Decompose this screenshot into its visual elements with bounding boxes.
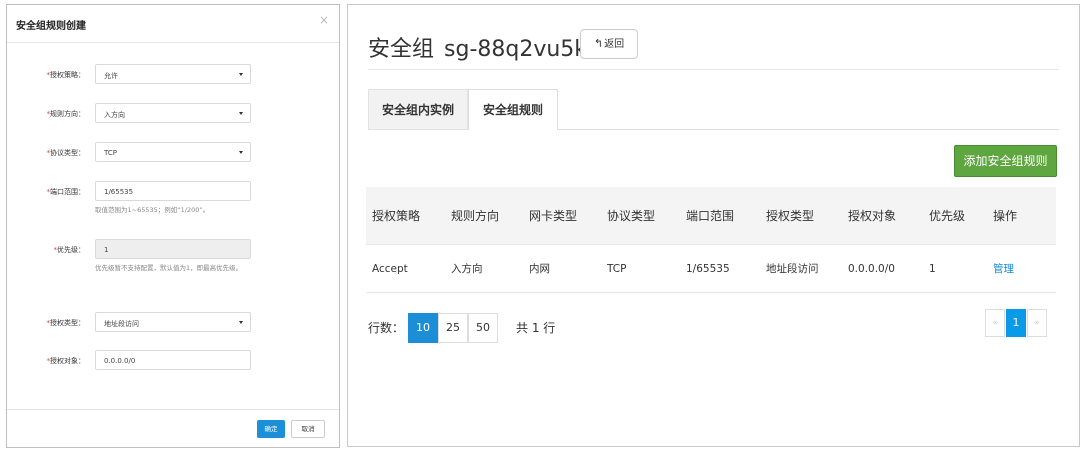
protocol-label: *协议类型：: [46, 149, 86, 157]
chevron-down-icon: [239, 151, 243, 154]
auth-type-value: 地址段访问: [104, 320, 139, 328]
policy-label: *授权策略：: [46, 71, 86, 79]
port-value: 1/65535: [104, 188, 134, 196]
table-cell: Accept: [372, 263, 408, 275]
page-title: 安全组 sg-88q2vu5kz: [368, 31, 599, 63]
table-cell: 入方向: [451, 263, 483, 275]
dialog-header: 安全组规则创建 ×: [7, 5, 339, 43]
policy-value: 允许: [104, 72, 118, 80]
table-cell: 1/65535: [686, 263, 730, 275]
table-cell: TCP: [607, 263, 627, 275]
next-page-button[interactable]: »: [1027, 309, 1047, 337]
col-header: 操作: [993, 209, 1018, 223]
cancel-button[interactable]: 取消: [291, 420, 325, 438]
table-row: Accept 入方向 内网 TCP 1/65535 地址段访问 0.0.0.0/…: [366, 245, 1056, 293]
col-header: 授权对象: [848, 209, 897, 223]
priority-input: 1: [95, 239, 251, 259]
col-header: 网卡类型: [529, 209, 578, 223]
back-arrow-icon: ↰: [593, 37, 604, 50]
rows-label: 行数：: [368, 321, 405, 335]
port-hint: 取值范围为1~65535；例如“1/200”。: [95, 206, 210, 214]
direction-label: *规则方向：: [46, 110, 86, 118]
page-size-25[interactable]: 25: [438, 313, 468, 343]
protocol-select[interactable]: TCP: [95, 142, 251, 162]
priority-hint: 优先级暂不支持配置，默认值为1，即最高优先级。: [95, 264, 243, 272]
col-header: 规则方向: [451, 209, 500, 223]
manage-link[interactable]: 管理: [993, 245, 1014, 293]
add-rule-button[interactable]: 添加安全组规则: [954, 145, 1057, 177]
auth-type-label: *授权类型：: [46, 319, 86, 327]
table-cell: 内网: [529, 263, 550, 275]
tab-underline: [558, 129, 1059, 130]
policy-select[interactable]: 允许: [95, 64, 251, 84]
tab-rules[interactable]: 安全组规则: [468, 89, 558, 130]
direction-select[interactable]: 入方向: [95, 103, 251, 123]
col-header: 授权类型: [766, 209, 815, 223]
auth-type-select[interactable]: 地址段访问: [95, 312, 251, 332]
auth-object-label: *授权对象：: [46, 357, 86, 365]
page-title-text: 安全组: [368, 37, 435, 62]
auth-object-value: 0.0.0.0/0: [104, 357, 136, 365]
back-button[interactable]: ↰返回: [580, 29, 638, 59]
direction-value: 入方向: [104, 111, 125, 119]
page-1-button[interactable]: 1: [1006, 309, 1026, 337]
page-size-10[interactable]: 10: [408, 313, 438, 343]
close-icon[interactable]: ×: [319, 14, 329, 26]
col-header: 授权策略: [372, 209, 421, 223]
back-label: 返回: [604, 39, 625, 50]
page-size-50[interactable]: 50: [468, 313, 498, 343]
table-cell: 1: [929, 263, 936, 275]
table-cell: 0.0.0.0/0: [848, 263, 895, 275]
confirm-button[interactable]: 确定: [257, 420, 285, 438]
security-group-panel: 安全组 sg-88q2vu5kz ↰返回 安全组内实例 安全组规则 添加安全组规则…: [347, 4, 1080, 447]
port-label: *端口范围：: [46, 188, 86, 196]
col-header: 优先级: [929, 209, 966, 223]
table-header: 授权策略 规则方向 网卡类型 协议类型 端口范围 授权类型 授权对象 优先级 操…: [366, 187, 1056, 245]
col-header: 端口范围: [686, 209, 735, 223]
divider: [368, 69, 1059, 70]
col-header: 协议类型: [607, 209, 656, 223]
table-cell: 地址段访问: [766, 263, 819, 275]
group-id: sg-88q2vu5kz: [444, 37, 599, 62]
dialog-title: 安全组规则创建: [16, 21, 86, 32]
tab-instances[interactable]: 安全组内实例: [368, 89, 468, 130]
port-input[interactable]: 1/65535: [95, 181, 251, 201]
auth-object-input[interactable]: 0.0.0.0/0: [95, 350, 251, 370]
total-rows: 共 1 行: [516, 321, 556, 335]
dialog-footer: 确定 取消: [7, 409, 339, 447]
priority-label: *优先级：: [53, 246, 86, 254]
rule-create-dialog: 安全组规则创建 × *授权策略： 允许 *规则方向： 入方向 *协议类型： TC…: [6, 4, 340, 448]
chevron-down-icon: [239, 73, 243, 76]
rules-table: 授权策略 规则方向 网卡类型 协议类型 端口范围 授权类型 授权对象 优先级 操…: [366, 187, 1056, 293]
protocol-value: TCP: [104, 149, 117, 157]
priority-value: 1: [104, 246, 109, 254]
chevron-down-icon: [239, 112, 243, 115]
chevron-down-icon: [239, 321, 243, 324]
prev-page-button[interactable]: «: [985, 309, 1005, 337]
